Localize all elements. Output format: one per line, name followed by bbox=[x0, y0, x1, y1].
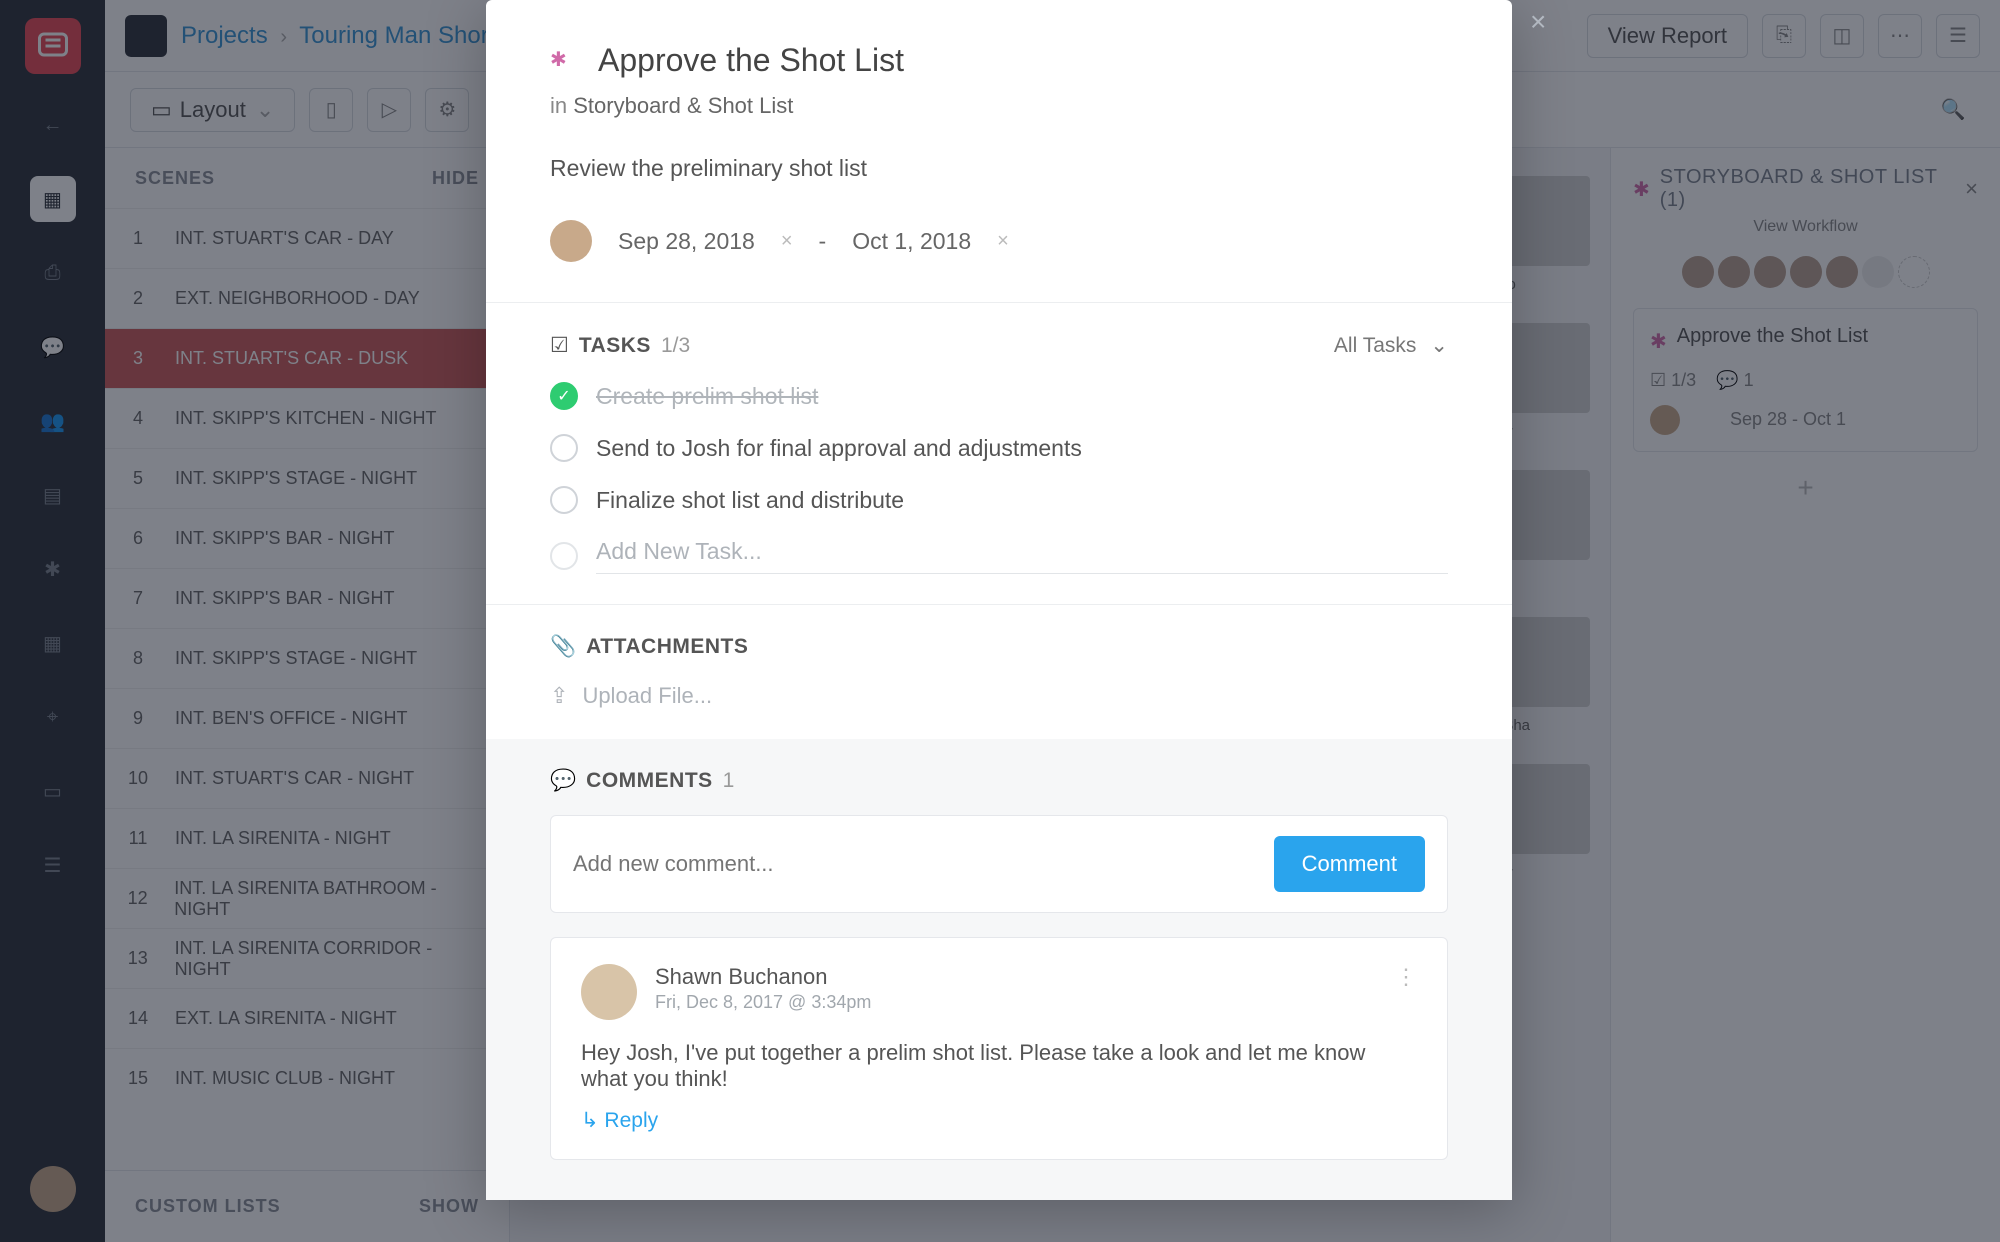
board-link[interactable]: Storyboard & Shot List bbox=[573, 93, 793, 118]
checkbox-icon: ☑ bbox=[550, 333, 569, 358]
modal-close-icon[interactable]: × bbox=[1530, 6, 1980, 38]
add-task-row[interactable]: Add New Task... bbox=[550, 538, 1448, 574]
chevron-down-icon: ⌄ bbox=[1430, 333, 1448, 358]
task-row[interactable]: Finalize shot list and distribute bbox=[550, 486, 1448, 514]
comment-avatar bbox=[581, 964, 637, 1020]
tasks-filter-dropdown[interactable]: All Tasks ⌄ bbox=[1334, 333, 1448, 358]
task-checkbox[interactable]: ✓ bbox=[550, 382, 578, 410]
task-row[interactable]: ✓ Create prelim shot list bbox=[550, 382, 1448, 410]
task-text: Create prelim shot list bbox=[596, 383, 818, 410]
task-text: Send to Josh for final approval and adju… bbox=[596, 435, 1082, 462]
task-row[interactable]: Send to Josh for final approval and adju… bbox=[550, 434, 1448, 462]
comment-button[interactable]: Comment bbox=[1274, 836, 1425, 892]
start-date[interactable]: Sep 28, 2018 bbox=[618, 228, 755, 255]
tasks-label: TASKS bbox=[579, 334, 651, 358]
assignee-avatar[interactable] bbox=[550, 220, 592, 262]
modal-breadcrumb: in Storyboard & Shot List bbox=[550, 93, 1448, 119]
comment-author: Shawn Buchanon bbox=[655, 964, 871, 990]
clear-end-date-icon[interactable]: × bbox=[997, 230, 1009, 253]
comments-label: COMMENTS bbox=[586, 769, 713, 793]
task-checkbox[interactable] bbox=[550, 486, 578, 514]
task-modal: ✱ Approve the Shot List in Storyboard & … bbox=[486, 0, 1512, 1200]
add-task-placeholder: Add New Task... bbox=[596, 538, 762, 564]
modal-description[interactable]: Review the preliminary shot list bbox=[550, 155, 1448, 182]
comment-input[interactable] bbox=[573, 851, 1274, 877]
comment-body: Hey Josh, I've put together a prelim sho… bbox=[581, 1040, 1417, 1092]
comment-icon: 💬 bbox=[550, 769, 576, 793]
reply-button[interactable]: ↳ Reply bbox=[581, 1108, 1417, 1133]
modal-title: Approve the Shot List bbox=[598, 42, 904, 79]
date-separator: - bbox=[819, 228, 827, 255]
comments-count: 1 bbox=[723, 769, 735, 793]
upload-file-button[interactable]: ⇪ Upload File... bbox=[550, 683, 1448, 709]
task-text: Finalize shot list and distribute bbox=[596, 487, 904, 514]
wheel-icon: ✱ bbox=[550, 47, 578, 75]
add-task-circle-icon bbox=[550, 542, 578, 570]
tasks-count: 1/3 bbox=[661, 334, 690, 358]
end-date[interactable]: Oct 1, 2018 bbox=[852, 228, 971, 255]
comment-input-wrapper: Comment bbox=[550, 815, 1448, 913]
comment-menu-icon[interactable]: ⋮ bbox=[1395, 964, 1417, 1020]
clear-start-date-icon[interactable]: × bbox=[781, 230, 793, 253]
task-checkbox[interactable] bbox=[550, 434, 578, 462]
upload-icon: ⇪ bbox=[550, 683, 568, 709]
attachments-label: ATTACHMENTS bbox=[586, 635, 748, 659]
comment-date: Fri, Dec 8, 2017 @ 3:34pm bbox=[655, 992, 871, 1013]
paperclip-icon: 📎 bbox=[550, 635, 576, 659]
comment-card: Shawn BuchanonFri, Dec 8, 2017 @ 3:34pm ⋮… bbox=[550, 937, 1448, 1160]
